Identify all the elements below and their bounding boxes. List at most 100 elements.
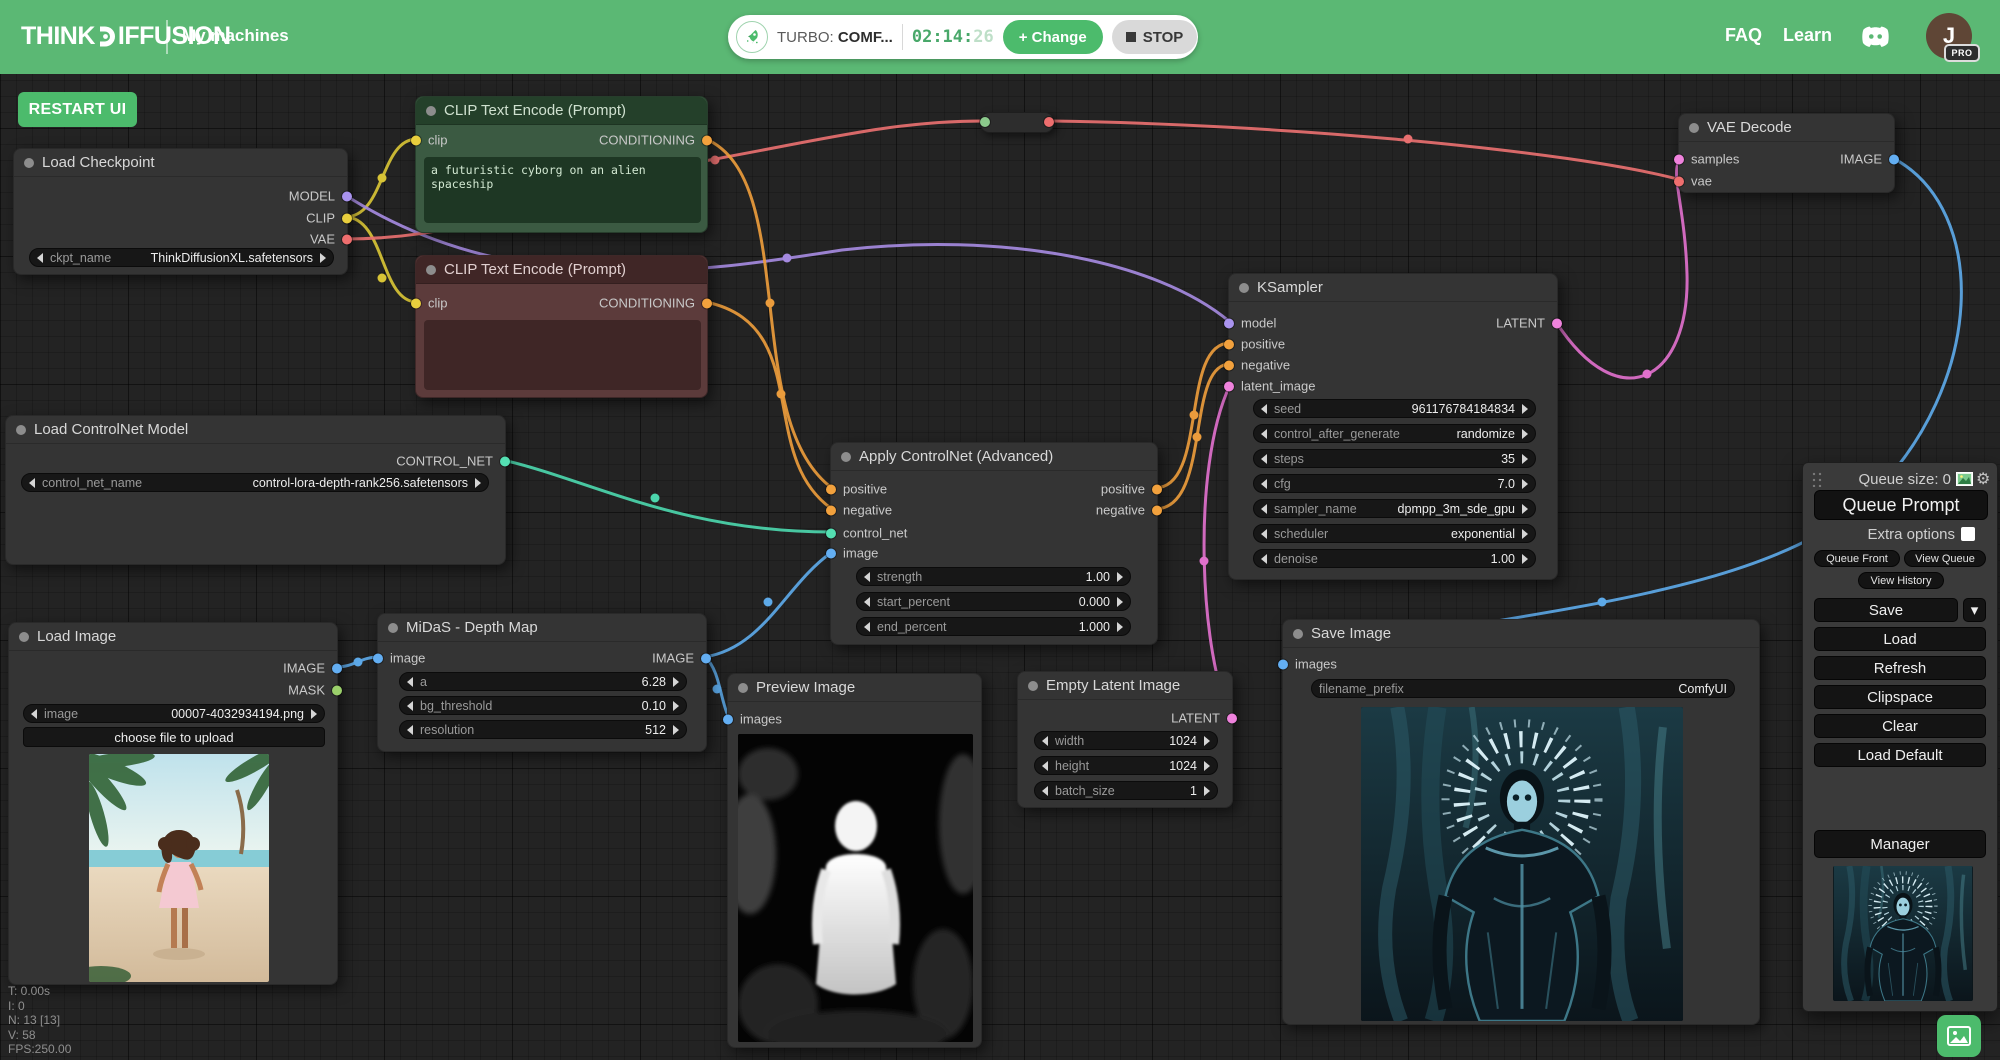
input-clip[interactable]: clip [411,133,448,148]
faq-link[interactable]: FAQ [1725,25,1762,46]
model-port-dot[interactable] [1224,318,1234,328]
image-port-dot[interactable] [373,653,383,663]
control-net-port-dot[interactable] [826,528,836,538]
input-latent-image[interactable]: latent_image [1224,379,1315,394]
model-port-dot[interactable] [342,191,352,201]
next-value-icon[interactable] [1522,479,1528,489]
conditioning-port-dot[interactable] [1224,339,1234,349]
prev-value-icon[interactable] [864,622,870,632]
latent-port-dot[interactable] [1227,713,1237,723]
widget-steps[interactable]: steps35 [1253,449,1536,468]
my-machines-link[interactable]: My machines [182,26,289,46]
collapse-dot[interactable] [16,425,26,435]
input-vae[interactable]: vae [1674,174,1712,189]
reroute-in-dot[interactable] [980,117,990,127]
prev-value-icon[interactable] [29,478,35,488]
restart-ui-button[interactable]: RESTART UI [18,92,137,127]
image-gallery-button[interactable] [1937,1015,1981,1057]
output-positive[interactable]: positive [1101,482,1162,497]
image-port-dot[interactable] [723,714,733,724]
collapse-dot[interactable] [1239,283,1249,293]
next-value-icon[interactable] [1522,404,1528,414]
output-image[interactable]: IMAGE [283,661,342,676]
output-clip[interactable]: CLIP [306,211,352,226]
prev-value-icon[interactable] [1261,554,1267,564]
prompt-text-area[interactable]: a futuristic cyborg on an alien spaceshi… [424,157,701,223]
image-port-dot[interactable] [701,653,711,663]
load-default-button[interactable]: Load Default [1814,743,1986,767]
prev-value-icon[interactable] [407,677,413,687]
queue-front-button[interactable]: Queue Front [1814,550,1900,567]
prev-value-icon[interactable] [407,701,413,711]
input-images[interactable]: images [723,712,782,727]
clip-port-dot[interactable] [411,298,421,308]
extra-options-checkbox[interactable] [1961,527,1975,541]
input-positive[interactable]: positive [826,482,887,497]
node-vae-decode[interactable]: VAE Decode samples vae IMAGE [1678,113,1895,193]
collapse-dot[interactable] [1293,629,1303,639]
output-conditioning[interactable]: CONDITIONING [599,133,712,148]
image-port-dot[interactable] [1278,659,1288,669]
next-value-icon[interactable] [1117,572,1123,582]
prev-value-icon[interactable] [37,253,43,263]
learn-link[interactable]: Learn [1783,25,1832,46]
clipspace-button[interactable]: Clipspace [1814,685,1986,709]
output-vae[interactable]: VAE [310,232,352,247]
input-samples[interactable]: samples [1674,152,1739,167]
prev-value-icon[interactable] [1261,504,1267,514]
clear-button[interactable]: Clear [1814,714,1986,738]
conditioning-port-dot[interactable] [702,298,712,308]
reroute-node[interactable] [980,112,1054,133]
prev-value-icon[interactable] [1261,404,1267,414]
input-images[interactable]: images [1278,657,1337,672]
collapse-dot[interactable] [426,265,436,275]
input-image[interactable]: image [373,651,425,666]
collapse-dot[interactable] [388,623,398,633]
next-value-icon[interactable] [1117,622,1123,632]
view-history-button[interactable]: View History [1858,572,1944,589]
prompt-text-area[interactable] [424,320,701,390]
conditioning-port-dot[interactable] [702,135,712,145]
conditioning-port-dot[interactable] [826,484,836,494]
next-value-icon[interactable] [1204,761,1210,771]
widget-strength[interactable]: strength1.00 [856,567,1131,586]
image-port-dot[interactable] [332,663,342,673]
collapse-dot[interactable] [738,683,748,693]
widget-resolution[interactable]: resolution512 [399,720,687,739]
next-value-icon[interactable] [1522,529,1528,539]
output-latent[interactable]: LATENT [1171,711,1237,726]
queue-image-icon[interactable] [1956,472,1973,491]
output-conditioning[interactable]: CONDITIONING [599,296,712,311]
prev-value-icon[interactable] [1042,761,1048,771]
widget-ckpt-name[interactable]: ckpt_name ThinkDiffusionXL.safetensors [29,248,334,267]
widget-seed[interactable]: seed961176784184834 [1253,399,1536,418]
output-model[interactable]: MODEL [289,189,352,204]
change-machine-button[interactable]: + Change [1003,20,1103,54]
prev-value-icon[interactable] [1042,786,1048,796]
reroute-out-dot[interactable] [1044,117,1054,127]
clip-port-dot[interactable] [411,135,421,145]
widget-height[interactable]: height1024 [1034,756,1218,775]
image-port-dot[interactable] [1889,154,1899,164]
input-negative[interactable]: negative [1224,358,1290,373]
next-value-icon[interactable] [311,709,317,719]
widget-end-percent[interactable]: end_percent1.000 [856,617,1131,636]
widget-start-percent[interactable]: start_percent0.000 [856,592,1131,611]
node-midas-depth-map[interactable]: MiDaS - Depth Map image IMAGE a6.28 bg_t… [377,613,707,752]
next-value-icon[interactable] [1522,454,1528,464]
input-clip[interactable]: clip [411,296,448,311]
node-load-checkpoint[interactable]: Load Checkpoint MODEL CLIP VAE ckpt_name… [13,148,348,275]
next-value-icon[interactable] [1522,429,1528,439]
next-value-icon[interactable] [673,701,679,711]
node-apply-controlnet[interactable]: Apply ControlNet (Advanced) positive neg… [830,442,1158,645]
output-mask[interactable]: MASK [288,683,342,698]
load-button[interactable]: Load [1814,627,1986,651]
widget-width[interactable]: width1024 [1034,731,1218,750]
control-net-port-dot[interactable] [500,456,510,466]
prev-value-icon[interactable] [864,572,870,582]
node-ksampler[interactable]: KSampler model positive negative latent_… [1228,273,1558,580]
discord-icon[interactable] [1862,26,1889,52]
prev-value-icon[interactable] [1261,429,1267,439]
conditioning-port-dot[interactable] [826,505,836,515]
node-save-image[interactable]: Save Image images filename_prefix ComfyU… [1282,619,1760,1025]
